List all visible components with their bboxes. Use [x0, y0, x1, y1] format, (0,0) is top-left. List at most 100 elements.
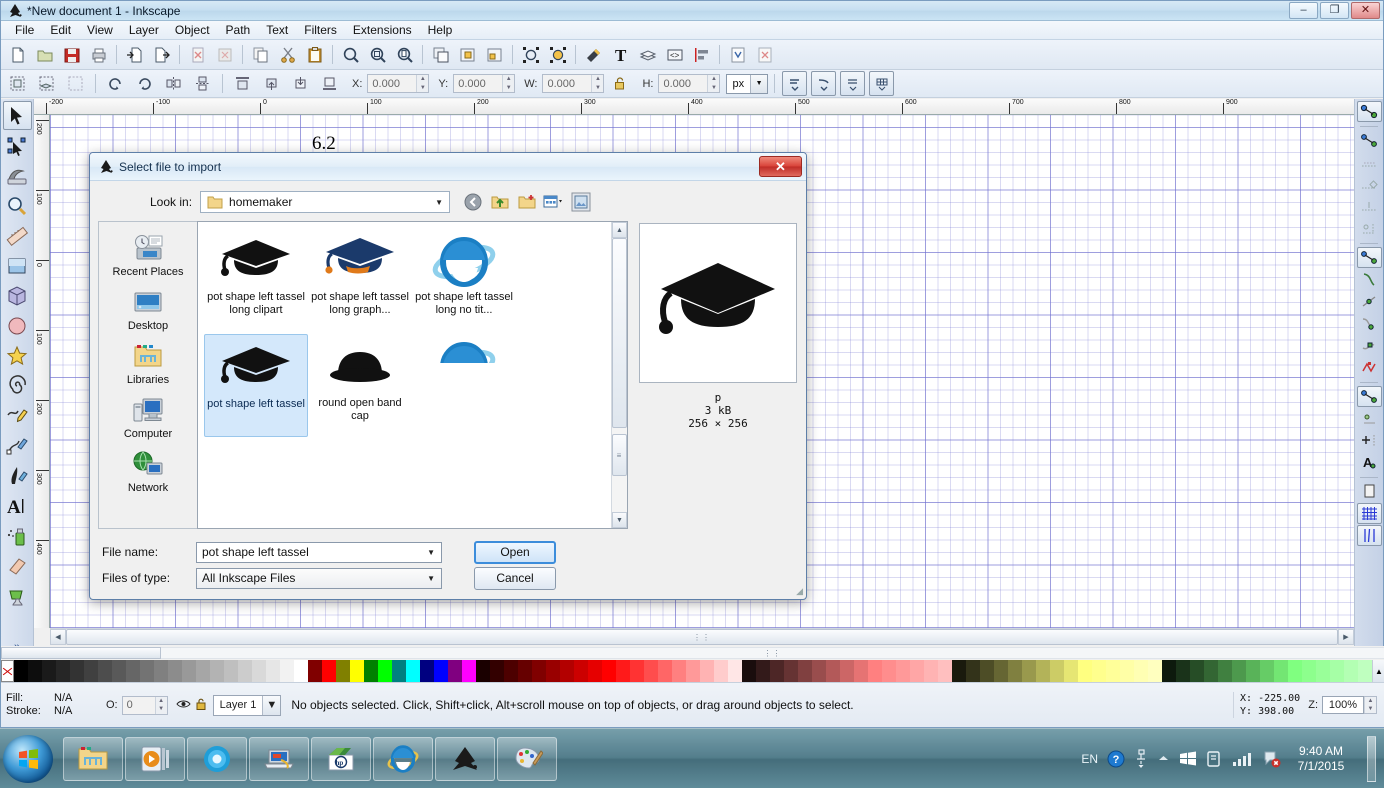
palette-swatch[interactable] [924, 660, 938, 682]
group-button[interactable] [455, 42, 480, 67]
w-stepper[interactable]: ▲ ▼ [591, 75, 604, 92]
palette-swatch[interactable] [770, 660, 784, 682]
palette-swatch[interactable] [784, 660, 798, 682]
palette-swatch[interactable] [266, 660, 280, 682]
palette-swatch[interactable] [1050, 660, 1064, 682]
palette-swatch[interactable] [252, 660, 266, 682]
palette-swatch[interactable] [1344, 660, 1358, 682]
place-recent-places[interactable]: Recent Places [101, 230, 196, 278]
dialog-resize-grip[interactable]: ◢ [796, 586, 803, 597]
x-input[interactable] [368, 75, 417, 92]
new-document-button[interactable] [5, 42, 30, 67]
palette-swatch[interactable] [1022, 660, 1036, 682]
palette-swatch[interactable] [1274, 660, 1288, 682]
palette-swatch[interactable] [364, 660, 378, 682]
select-all-layers-button[interactable] [34, 71, 59, 96]
palette-swatch[interactable] [448, 660, 462, 682]
new-folder-button[interactable] [516, 191, 538, 213]
spiral-tool[interactable] [3, 371, 32, 400]
palette-swatch[interactable] [1330, 660, 1344, 682]
signal-bars-icon[interactable] [1232, 751, 1252, 767]
paste-button[interactable] [302, 42, 327, 67]
palette-swatch[interactable] [826, 660, 840, 682]
palette-swatch[interactable] [238, 660, 252, 682]
taskbar-windows-explorer[interactable] [63, 736, 123, 781]
filename-input[interactable]: pot shape left tassel ▼ [196, 541, 442, 563]
palette-swatch[interactable] [980, 660, 994, 682]
menu-layer[interactable]: Layer [121, 21, 167, 39]
zoom-value[interactable]: 100% [1322, 696, 1364, 714]
palette-swatch[interactable] [1358, 660, 1372, 682]
units-select[interactable]: px ▼ [726, 73, 769, 94]
selector-tool[interactable] [2, 101, 32, 130]
affect-patterns-button[interactable] [869, 71, 895, 96]
palette-swatch[interactable] [1008, 660, 1022, 682]
palette-swatch[interactable] [1148, 660, 1162, 682]
select-same-fill-button[interactable] [518, 42, 543, 67]
palette-swatch[interactable] [420, 660, 434, 682]
scroll-right-button[interactable]: ▶ [1338, 629, 1354, 645]
tray-language[interactable]: EN [1081, 752, 1098, 766]
palette-swatch[interactable] [546, 660, 560, 682]
palette-swatch[interactable] [574, 660, 588, 682]
x-stepper[interactable]: ▲ ▼ [416, 75, 429, 92]
palette-swatch[interactable] [14, 660, 28, 682]
taskbar-media-player[interactable] [125, 736, 185, 781]
duplicate-button[interactable] [428, 42, 453, 67]
close-button[interactable]: ✕ [1351, 2, 1380, 19]
node-tool[interactable] [3, 131, 32, 160]
up-folder-button[interactable] [489, 191, 511, 213]
palette-swatch[interactable] [224, 660, 238, 682]
affect-gradients-button[interactable] [840, 71, 866, 96]
palette-swatch[interactable] [1218, 660, 1232, 682]
star-tool[interactable] [3, 341, 32, 370]
raise-button[interactable] [259, 71, 284, 96]
snap-path-button[interactable] [1357, 269, 1382, 290]
palette-swatch[interactable] [1106, 660, 1120, 682]
windows-flag-tray-icon[interactable] [1179, 751, 1197, 767]
palette-swatch[interactable] [1078, 660, 1092, 682]
taskbar-sphere-app[interactable] [187, 736, 247, 781]
y-field[interactable]: ▲▼ [453, 74, 516, 93]
palette-swatch[interactable] [686, 660, 700, 682]
palette-scrollbar[interactable]: ⋮⋮ [1, 646, 1384, 660]
palette-swatch[interactable] [1162, 660, 1176, 682]
file-item[interactable]: pot shape left tassel long no tit... [412, 228, 516, 331]
zoom-stepper[interactable]: ▲ ▼ [1364, 697, 1376, 713]
palette-swatch[interactable] [1246, 660, 1260, 682]
palette-swatch[interactable] [1288, 660, 1302, 682]
snap-object-center-button[interactable] [1357, 408, 1382, 429]
palette-swatch[interactable] [966, 660, 980, 682]
palette-swatch[interactable] [518, 660, 532, 682]
file-scroll-down-button[interactable]: ▼ [612, 512, 627, 528]
deselect-button[interactable] [63, 71, 88, 96]
snap-bbox-corner-button[interactable] [1357, 174, 1382, 195]
palette-swatch[interactable] [336, 660, 350, 682]
palette-swatch[interactable] [1204, 660, 1218, 682]
palette-swatch[interactable] [406, 660, 420, 682]
palette-swatch[interactable] [1134, 660, 1148, 682]
palette-swatch[interactable] [1176, 660, 1190, 682]
palette-swatch[interactable] [308, 660, 322, 682]
cut-button[interactable] [275, 42, 300, 67]
palette-swatch[interactable] [1302, 660, 1316, 682]
palette-swatch[interactable] [840, 660, 854, 682]
palette-swatch[interactable] [1120, 660, 1134, 682]
palette-swatch[interactable] [994, 660, 1008, 682]
palette-swatch[interactable] [392, 660, 406, 682]
palette-swatches[interactable] [14, 660, 1372, 682]
show-desktop-button[interactable] [1367, 735, 1376, 782]
palette-swatch[interactable] [294, 660, 308, 682]
palette-scroll-arrow[interactable]: ▲ [1372, 660, 1384, 682]
pencil-tool[interactable] [3, 401, 32, 430]
menu-extensions[interactable]: Extensions [345, 21, 420, 39]
palette-swatch[interactable] [154, 660, 168, 682]
lower-to-bottom-button[interactable] [317, 71, 342, 96]
menu-object[interactable]: Object [167, 21, 218, 39]
palette-swatch[interactable] [756, 660, 770, 682]
palette-swatch[interactable] [658, 660, 672, 682]
save-document-button[interactable] [59, 42, 84, 67]
y-input[interactable] [454, 75, 503, 92]
palette-swatch[interactable] [462, 660, 476, 682]
palette-swatch[interactable] [280, 660, 294, 682]
